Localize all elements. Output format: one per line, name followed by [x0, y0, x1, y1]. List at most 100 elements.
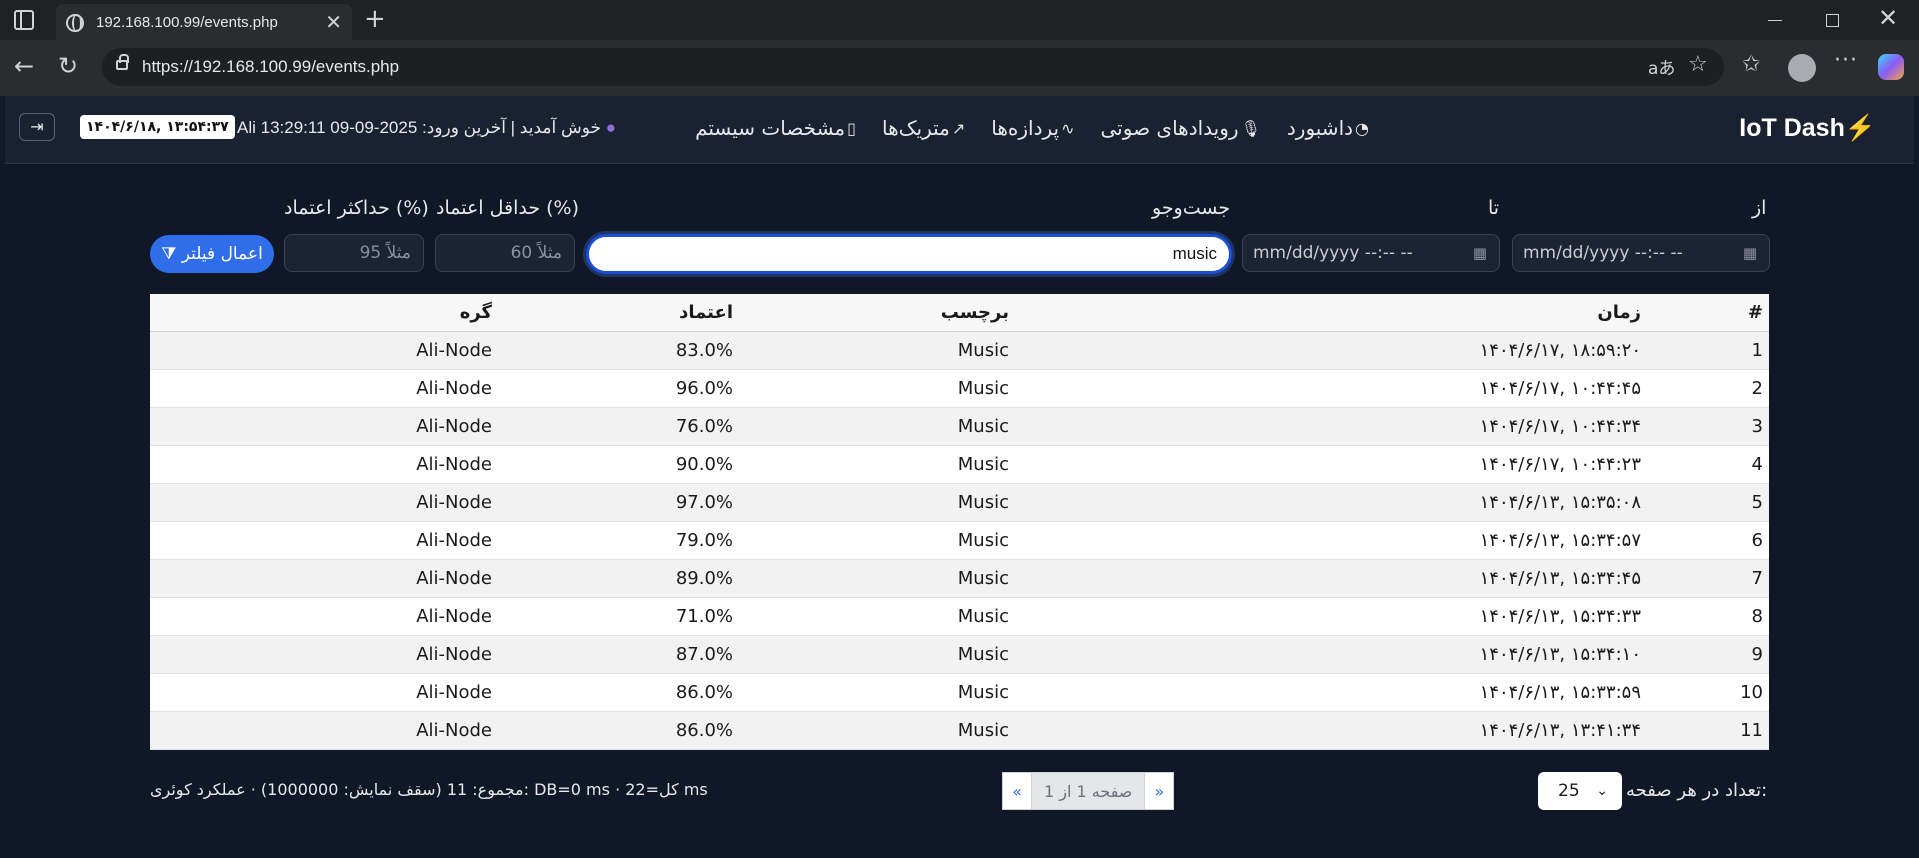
minimize-button[interactable]: [1768, 20, 1782, 21]
table-row: 8 ۱۴۰۴/۶/۱۳, ۱۵:۳۴:۳۳ Music 71.0% Ali-Node: [150, 598, 1769, 636]
per-page-select[interactable]: 25 ⌄: [1538, 772, 1622, 810]
user-icon: ●: [605, 118, 617, 137]
cell-index: 9: [1751, 644, 1763, 665]
read-aloud-icon[interactable]: aあ: [1648, 54, 1675, 79]
events-table: # زمان برچسب اعتماد گره 1 ۱۴۰۴/۶/۱۷, ۱۸:۵…: [150, 294, 1769, 750]
cell-label: Music: [957, 530, 1009, 551]
clock-badge: ۱۴۰۴/۶/۱۸, ۱۳:۵۴:۳۷: [80, 115, 235, 139]
cell-node: Ali-Node: [416, 568, 492, 589]
window-close-button[interactable]: ✕: [1878, 4, 1898, 32]
cell-node: Ali-Node: [416, 530, 492, 551]
device-icon: ▯: [847, 118, 856, 138]
per-page-value: 25: [1558, 781, 1580, 801]
new-tab-button[interactable]: +: [364, 4, 386, 34]
cell-time: ۱۴۰۴/۶/۱۷, ۱۸:۵۹:۲۰: [1479, 340, 1641, 361]
prev-page-button[interactable]: «: [1002, 772, 1032, 810]
profile-avatar[interactable]: [1788, 54, 1816, 82]
cell-time: ۱۴۰۴/۶/۱۳, ۱۵:۳۴:۴۵: [1479, 568, 1641, 589]
apply-filter-label: اعمال فیلتر: [181, 244, 263, 264]
next-page-button[interactable]: »: [1144, 772, 1175, 810]
cell-node: Ali-Node: [416, 454, 492, 475]
min-confidence-label: حداقل اعتماد (%): [436, 197, 580, 219]
table-row: 3 ۱۴۰۴/۶/۱۷, ۱۰:۴۴:۳۴ Music 76.0% Ali-Node: [150, 408, 1769, 446]
reload-button[interactable]: ↻: [58, 52, 78, 80]
nav-label: داشبورد: [1286, 116, 1354, 140]
filter-icon: ⧩: [161, 244, 177, 264]
welcome-text: Ali خوش آمدید | آخرین ورود: 2025-09-09 1…: [237, 118, 616, 138]
cell-time: ۱۴۰۴/۶/۱۳, ۱۵:۳۵:۰۸: [1479, 492, 1641, 513]
brand-text: IoT Dash: [1739, 114, 1845, 142]
table-row: 4 ۱۴۰۴/۶/۱۷, ۱۰:۴۴:۲۳ Music 90.0% Ali-Node: [150, 446, 1769, 484]
to-datetime-field[interactable]: mm/dd/yyyy --:-- -- ▦: [1242, 234, 1500, 272]
nav-metrics[interactable]: ↗ متریک‌ها: [882, 116, 965, 140]
nav-label: پردازه‌ها: [991, 116, 1060, 140]
cell-label: Music: [957, 454, 1009, 475]
nav-system-specs[interactable]: ▯ مشخصات سیستم: [695, 116, 856, 140]
search-input[interactable]: music: [586, 234, 1232, 274]
max-confidence-input[interactable]: مثلاً 95: [284, 234, 424, 272]
lock-icon[interactable]: [116, 54, 129, 70]
cell-index: 2: [1751, 378, 1763, 399]
search-label: جست‌وجو: [1152, 197, 1231, 219]
cell-node: Ali-Node: [416, 492, 492, 513]
calendar-icon[interactable]: ▦: [1743, 235, 1757, 271]
globe-icon: [66, 14, 84, 32]
from-placeholder: mm/dd/yyyy --:-- --: [1523, 243, 1683, 263]
cell-time: ۱۴۰۴/۶/۱۷, ۱۰:۴۴:۴۵: [1479, 378, 1641, 399]
cell-node: Ali-Node: [416, 416, 492, 437]
from-datetime-field[interactable]: mm/dd/yyyy --:-- -- ▦: [1512, 234, 1770, 272]
query-stats: مجموع: 11 (سقف نمایش: 1000000) · عملکرد …: [150, 780, 708, 799]
table-row: 1 ۱۴۰۴/۶/۱۷, ۱۸:۵۹:۲۰ Music 83.0% Ali-Node: [150, 332, 1769, 370]
cell-label: Music: [957, 682, 1009, 703]
cell-index: 4: [1751, 454, 1763, 475]
cell-label: Music: [957, 720, 1009, 741]
cell-label: Music: [957, 492, 1009, 513]
from-label: از: [1752, 197, 1767, 219]
cell-label: Music: [957, 644, 1009, 665]
cell-time: ۱۴۰۴/۶/۱۳, ۱۳:۴۱:۳۴: [1479, 720, 1641, 741]
logout-button[interactable]: ⇥: [19, 113, 55, 141]
nav-dashboard[interactable]: ◔ داشبورد: [1287, 116, 1369, 140]
cell-confidence: 76.0%: [675, 416, 733, 437]
table-row: 9 ۱۴۰۴/۶/۱۳, ۱۵:۳۴:۱۰ Music 87.0% Ali-Node: [150, 636, 1769, 674]
maximize-button[interactable]: [1826, 14, 1839, 27]
tab-actions-icon[interactable]: [14, 10, 34, 30]
header-confidence: اعتماد: [679, 302, 733, 323]
url-text[interactable]: https://192.168.100.99/events.php: [142, 57, 399, 77]
apply-filter-button[interactable]: ⧩ اعمال فیلتر: [150, 235, 274, 273]
more-menu-icon[interactable]: ···: [1834, 48, 1858, 73]
max-confidence-label: حداکثر اعتماد (%): [284, 197, 429, 219]
brand[interactable]: IoT Dash⚡: [1739, 114, 1876, 143]
browser-toolbar: ← ↻ https://192.168.100.99/events.php aあ…: [0, 40, 1919, 96]
table-row: 11 ۱۴۰۴/۶/۱۳, ۱۳:۴۱:۳۴ Music 86.0% Ali-Node: [150, 712, 1769, 750]
cell-label: Music: [957, 416, 1009, 437]
cell-label: Music: [957, 340, 1009, 361]
cell-node: Ali-Node: [416, 340, 492, 361]
welcome-label: Ali خوش آمدید | آخرین ورود: 2025-09-09 1…: [237, 118, 601, 137]
copilot-icon[interactable]: [1878, 54, 1904, 80]
bolt-icon: ⚡: [1844, 114, 1876, 142]
favorites-icon[interactable]: ✩: [1742, 52, 1760, 77]
nav-processes[interactable]: ∿ پردازه‌ها: [991, 116, 1074, 140]
cell-confidence: 97.0%: [675, 492, 733, 513]
to-label: تا: [1488, 197, 1500, 219]
cell-time: ۱۴۰۴/۶/۱۷, ۱۰:۴۴:۳۴: [1479, 416, 1641, 437]
cell-index: 7: [1751, 568, 1763, 589]
address-bar[interactable]: https://192.168.100.99/events.php aあ ☆: [102, 48, 1724, 86]
table-row: 2 ۱۴۰۴/۶/۱۷, ۱۰:۴۴:۴۵ Music 96.0% Ali-Node: [150, 370, 1769, 408]
nav-audio-events[interactable]: 🎙 رویدادهای صوتی: [1101, 116, 1261, 140]
cell-index: 10: [1740, 682, 1763, 703]
cell-index: 3: [1751, 416, 1763, 437]
cell-label: Music: [957, 606, 1009, 627]
cell-time: ۱۴۰۴/۶/۱۳, ۱۵:۳۴:۱۰: [1479, 644, 1641, 665]
back-button[interactable]: ←: [14, 52, 34, 80]
calendar-icon[interactable]: ▦: [1473, 235, 1487, 271]
pagination: « صفحه 1 از 1 »: [1002, 772, 1175, 810]
cell-node: Ali-Node: [416, 720, 492, 741]
close-tab-icon[interactable]: ✕: [325, 10, 342, 34]
min-confidence-input[interactable]: مثلاً 60: [435, 234, 575, 272]
dashboard-icon: ◔: [1355, 118, 1369, 138]
star-icon[interactable]: ☆: [1688, 52, 1708, 77]
nav-links: ◔ داشبورد 🎙 رویدادهای صوتی ∿ پردازه‌ها ↗…: [695, 116, 1369, 140]
browser-tab[interactable]: 192.168.100.99/events.php ✕: [56, 4, 352, 40]
